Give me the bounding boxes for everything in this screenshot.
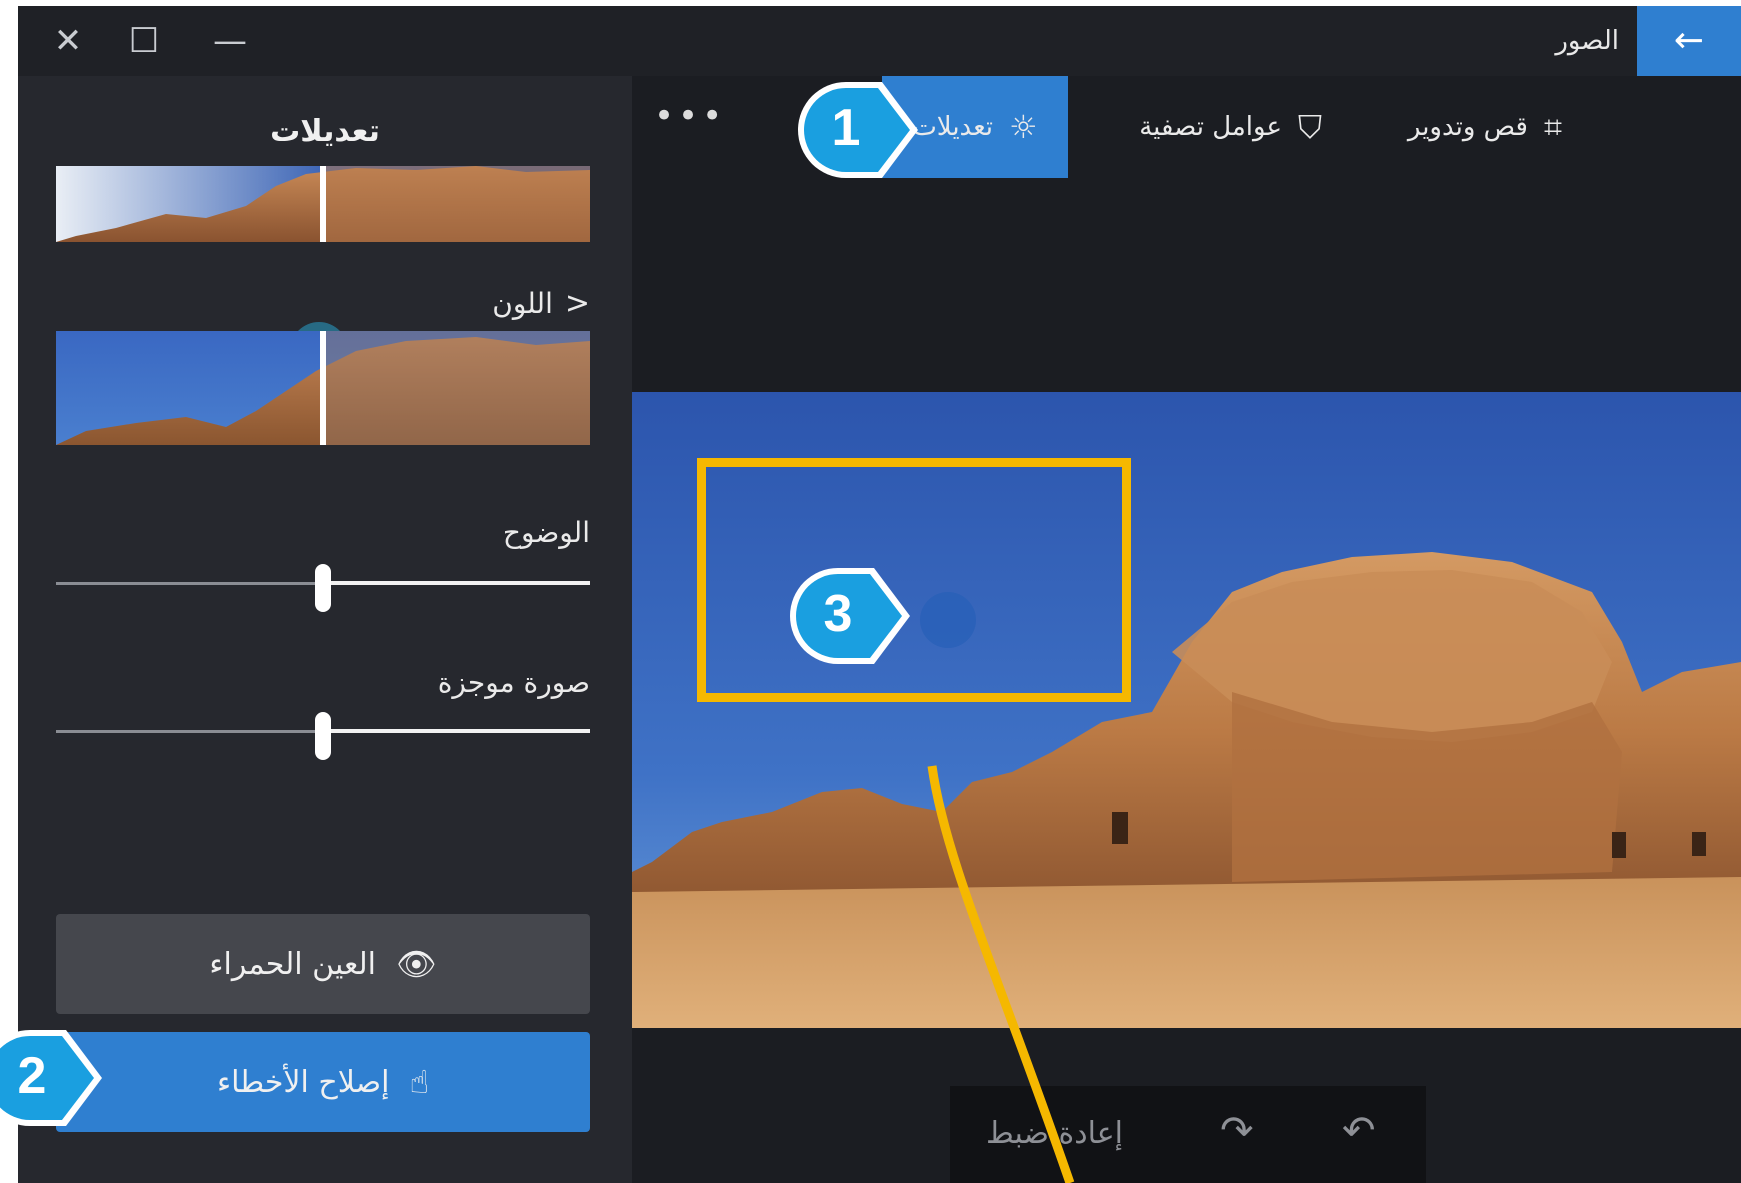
- callout-2: 2: [0, 1026, 108, 1130]
- callout-3: 3: [786, 564, 916, 668]
- callout-1: 1: [794, 78, 924, 182]
